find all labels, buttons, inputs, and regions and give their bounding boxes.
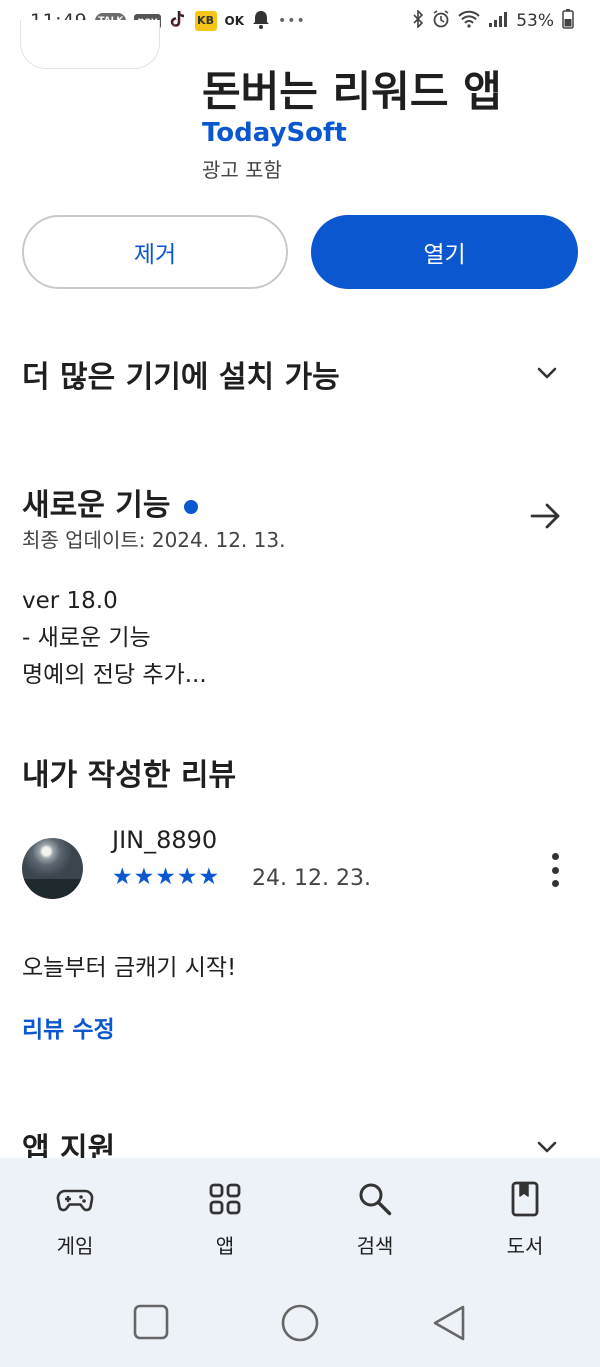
apps-grid-icon bbox=[209, 1183, 241, 1215]
nav-item-search[interactable]: 검색 bbox=[300, 1158, 450, 1259]
edit-review-link[interactable]: 리뷰 수정 bbox=[22, 1010, 115, 1044]
uninstall-button[interactable]: 제거 bbox=[22, 215, 288, 289]
alarm-icon bbox=[432, 9, 450, 33]
tiktok-notification-icon bbox=[169, 9, 187, 34]
bluetooth-icon bbox=[412, 8, 424, 33]
my-review-heading: 내가 작성한 리뷰 bbox=[22, 758, 237, 793]
star-rating: ★★★★★ bbox=[112, 864, 221, 890]
home-icon[interactable] bbox=[280, 1303, 320, 1343]
whats-new-line: 명예의 전당 추가... bbox=[22, 662, 207, 688]
chevron-down-icon[interactable] bbox=[536, 362, 558, 384]
nav-item-books[interactable]: 도서 bbox=[450, 1158, 600, 1259]
avatar bbox=[22, 838, 83, 899]
search-icon bbox=[359, 1183, 392, 1216]
kb-notification-icon: KB bbox=[194, 11, 217, 31]
chevron-down-icon[interactable] bbox=[536, 1136, 558, 1158]
whats-new-body: ver 18.0 - 새로운 기능 명예의 전당 추가... bbox=[22, 583, 207, 694]
ok-cashbag-notification-icon: OK bbox=[224, 14, 245, 28]
review-date: 24. 12. 23. bbox=[252, 866, 371, 891]
app-title: 돈버는 리워드 앱 bbox=[202, 67, 502, 116]
whats-new-title: 새로운 기능 bbox=[22, 488, 171, 523]
nav-item-apps[interactable]: 앱 bbox=[150, 1158, 300, 1259]
new-indicator-dot bbox=[184, 499, 199, 514]
last-updated-text: 최종 업데이트: 2024. 12. 13. bbox=[22, 528, 286, 552]
nav-label: 앱 bbox=[215, 1234, 235, 1258]
nav-label: 검색 bbox=[356, 1234, 394, 1258]
battery-icon bbox=[562, 8, 574, 34]
more-notifications-icon: ••• bbox=[278, 13, 306, 29]
recent-apps-icon[interactable] bbox=[132, 1303, 170, 1341]
nav-label: 게임 bbox=[56, 1234, 94, 1258]
wifi-icon bbox=[458, 10, 480, 33]
bottom-navigation: 게임 앱 검색 도서 bbox=[0, 1158, 600, 1268]
nav-item-games[interactable]: 게임 bbox=[0, 1158, 150, 1259]
developer-link[interactable]: TodaySoft bbox=[202, 118, 347, 148]
nav-label: 도서 bbox=[506, 1234, 544, 1258]
back-icon[interactable] bbox=[430, 1303, 468, 1343]
status-bar-right: 53% bbox=[412, 8, 574, 34]
review-text: 오늘부터 금캐기 시작! bbox=[22, 955, 237, 981]
reviewer-name: JIN_8890 bbox=[112, 826, 218, 854]
open-button[interactable]: 열기 bbox=[311, 215, 578, 289]
book-icon bbox=[511, 1181, 539, 1217]
battery-percentage: 53% bbox=[516, 11, 554, 31]
more-options-icon[interactable] bbox=[550, 853, 560, 887]
whats-new-line: - 새로운 기능 bbox=[22, 625, 151, 651]
signal-icon bbox=[488, 10, 508, 33]
more-devices-heading[interactable]: 더 많은 기기에 설치 가능 bbox=[22, 352, 340, 396]
app-icon bbox=[20, 20, 160, 69]
arrow-right-icon[interactable] bbox=[528, 498, 564, 534]
whats-new-line: ver 18.0 bbox=[22, 588, 118, 614]
contains-ads-label: 광고 포함 bbox=[202, 158, 282, 182]
whats-new-heading[interactable]: 새로운 기능 bbox=[22, 480, 199, 524]
gamepad-icon bbox=[56, 1189, 94, 1212]
bell-icon bbox=[252, 9, 270, 34]
